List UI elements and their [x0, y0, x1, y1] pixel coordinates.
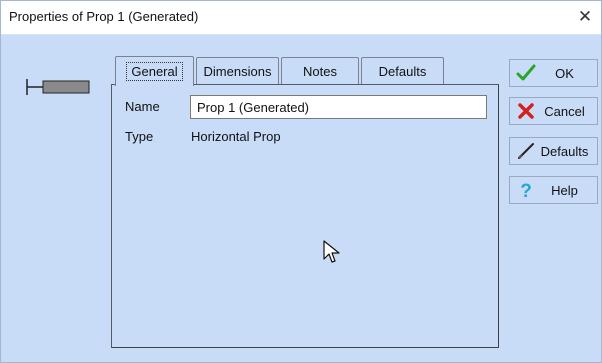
tab-dimensions-label: Dimensions [203, 63, 272, 79]
properties-dialog: Properties of Prop 1 (Generated) ✕ Gener… [0, 0, 602, 363]
horizontal-prop-icon [26, 79, 90, 95]
defaults-button[interactable]: Defaults [509, 137, 598, 165]
name-field[interactable] [190, 95, 487, 119]
tab-strip: General Dimensions Notes Defaults [113, 56, 513, 86]
type-value: Horizontal Prop [191, 129, 281, 144]
general-tab-panel: Name Type Horizontal Prop [111, 84, 499, 348]
tab-notes-label: Notes [303, 63, 337, 79]
cross-icon [514, 100, 538, 122]
close-icon: ✕ [577, 7, 593, 26]
help-label: Help [551, 182, 578, 198]
help-button[interactable]: ? Help [509, 176, 598, 204]
type-label: Type [125, 129, 154, 144]
defaults-label: Defaults [540, 143, 589, 159]
ok-button[interactable]: OK [509, 59, 598, 87]
tab-general-label: General [126, 62, 183, 81]
window-title: Properties of Prop 1 (Generated) [9, 9, 199, 24]
tab-general[interactable]: General [115, 56, 194, 86]
title-bar: Properties of Prop 1 (Generated) ✕ [1, 1, 601, 35]
ok-label: OK [555, 65, 574, 81]
question-icon: ? [514, 179, 538, 201]
tab-dimensions[interactable]: Dimensions [196, 57, 279, 84]
cancel-label: Cancel [544, 103, 585, 119]
tab-defaults-label: Defaults [378, 63, 427, 79]
pen-icon [514, 140, 538, 162]
check-icon [514, 62, 538, 84]
tab-notes[interactable]: Notes [281, 57, 359, 84]
cancel-button[interactable]: Cancel [509, 97, 598, 125]
name-label: Name [125, 99, 160, 114]
mouse-cursor-icon [323, 240, 340, 263]
tab-defaults[interactable]: Defaults [361, 57, 444, 84]
svg-text:?: ? [520, 181, 532, 200]
close-button[interactable]: ✕ [573, 6, 597, 28]
